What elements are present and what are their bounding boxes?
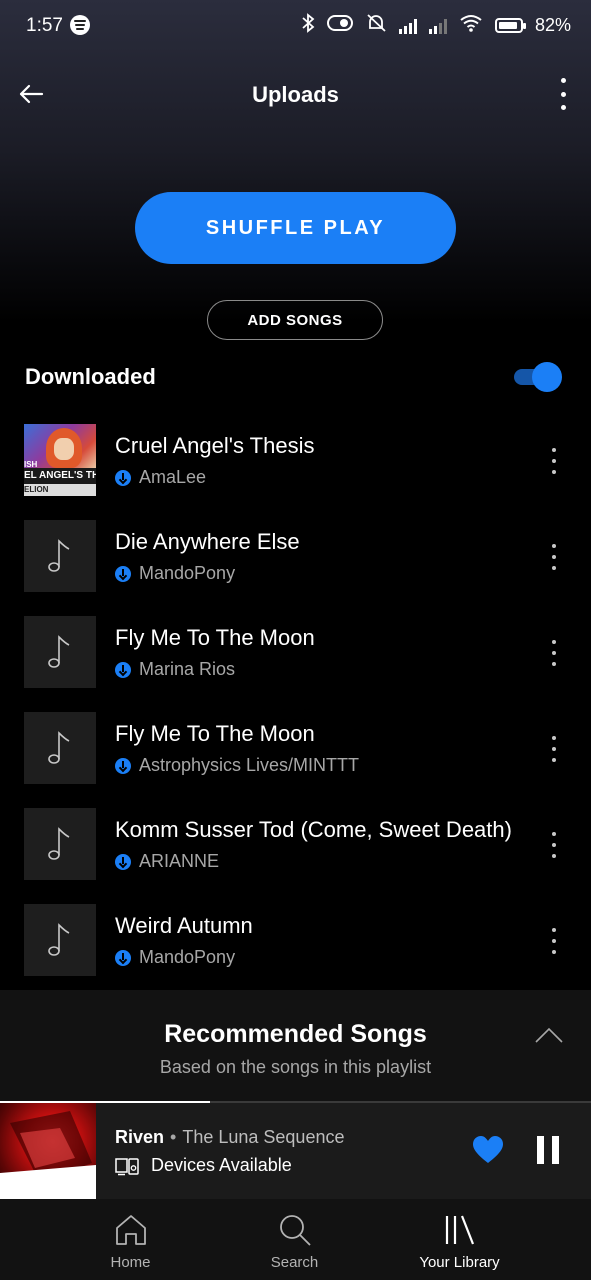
downloaded-icon xyxy=(115,757,131,774)
music-note-icon xyxy=(48,539,70,572)
track-options-button[interactable] xyxy=(548,448,560,474)
status-time: 1:57 xyxy=(26,15,63,36)
track-artist: Marina Rios xyxy=(139,659,236,679)
track-row[interactable]: Fly Me To The Moon Marina Rios xyxy=(0,614,591,710)
now-playing-song: Riven xyxy=(115,1127,165,1147)
track-artist: MandoPony xyxy=(139,563,236,583)
album-cover: ISH EL ANGEL'S TH ELION xyxy=(24,424,96,496)
track-options-button[interactable] xyxy=(548,544,560,570)
devices-button[interactable]: Devices Available xyxy=(115,1155,292,1176)
now-playing-artist: The Luna Sequence xyxy=(182,1127,345,1147)
search-icon xyxy=(280,1215,311,1246)
chevron-up-icon[interactable] xyxy=(534,1026,564,1044)
status-icons: 82% xyxy=(301,13,571,38)
track-art xyxy=(24,808,96,880)
track-art xyxy=(24,616,96,688)
track-row[interactable]: Komm Susser Tod (Come, Sweet Death) ARIA… xyxy=(0,806,591,902)
track-row[interactable]: Fly Me To The Moon Astrophysics Lives/MI… xyxy=(0,710,591,806)
track-options-button[interactable] xyxy=(548,736,560,762)
track-artist: AmaLee xyxy=(139,467,207,487)
track-title: Komm Susser Tod (Come, Sweet Death) xyxy=(115,817,512,842)
signal-icon xyxy=(398,18,417,34)
battery-percent: 82% xyxy=(534,15,571,35)
track-title: Cruel Angel's Thesis xyxy=(115,433,315,458)
track-title: Die Anywhere Else xyxy=(115,529,300,554)
recommended-subtitle: Based on the songs in this playlist xyxy=(159,1057,432,1077)
downloaded-toggle[interactable] xyxy=(514,362,562,392)
track-row[interactable]: Weird Autumn MandoPony xyxy=(0,902,591,998)
more-options-button[interactable] xyxy=(557,78,569,110)
track-row[interactable]: ISH EL ANGEL'S TH ELION Cruel Angel's Th… xyxy=(0,422,591,518)
track-title: Fly Me To The Moon xyxy=(115,721,315,746)
track-options-button[interactable] xyxy=(548,832,560,858)
mute-bell-icon xyxy=(365,13,387,38)
nav-your-library[interactable]: Your Library xyxy=(361,1199,558,1280)
status-bar: 1:57 82% xyxy=(0,0,591,52)
battery-icon xyxy=(494,18,526,33)
bottom-nav: Home Search Your Library xyxy=(0,1199,591,1280)
track-title: Weird Autumn xyxy=(115,913,253,938)
downloaded-label: Downloaded xyxy=(25,364,156,389)
wifi-icon xyxy=(459,14,483,37)
now-playing-art xyxy=(0,1103,96,1199)
downloaded-icon xyxy=(115,661,131,678)
heart-icon[interactable] xyxy=(472,1135,504,1165)
data-saver-icon xyxy=(326,14,353,37)
track-art xyxy=(24,904,96,976)
track-options-button[interactable] xyxy=(548,640,560,666)
spotify-status-icon xyxy=(70,15,90,35)
track-artist: MandoPony xyxy=(139,947,236,967)
downloaded-icon xyxy=(115,949,131,966)
track-art xyxy=(24,712,96,784)
track-title: Fly Me To The Moon xyxy=(115,625,315,650)
nav-your-library-label: Your Library xyxy=(419,1254,500,1271)
separator: • xyxy=(170,1127,177,1147)
track-art xyxy=(24,520,96,592)
track-row[interactable]: Die Anywhere Else MandoPony xyxy=(0,518,591,614)
music-note-icon xyxy=(48,923,70,956)
recommended-section[interactable]: Recommended Songs Based on the songs in … xyxy=(0,990,591,1102)
downloaded-icon xyxy=(115,565,131,582)
track-artist: ARIANNE xyxy=(139,851,220,871)
music-note-icon xyxy=(48,731,70,764)
pause-button[interactable] xyxy=(537,1136,559,1164)
signal-2-icon xyxy=(428,18,447,34)
library-icon xyxy=(445,1215,475,1245)
downloaded-icon xyxy=(115,853,131,870)
music-note-icon xyxy=(48,827,70,860)
track-options-button[interactable] xyxy=(548,928,560,954)
track-artist: Astrophysics Lives/MINTTT xyxy=(139,755,360,775)
home-icon xyxy=(116,1215,146,1245)
page-title: Uploads xyxy=(252,82,339,107)
devices-label: Devices Available xyxy=(151,1155,292,1175)
recommended-title: Recommended Songs xyxy=(164,1020,427,1048)
now-playing-bar[interactable]: Riven • The Luna Sequence Devices Availabl… xyxy=(0,1103,591,1199)
devices-icon xyxy=(115,1157,139,1175)
bluetooth-icon xyxy=(301,13,315,38)
shuffle-play-button[interactable]: SHUFFLE PLAY xyxy=(135,192,456,264)
add-songs-button[interactable]: ADD SONGS xyxy=(207,300,383,340)
downloaded-icon xyxy=(115,469,131,486)
now-playing-title: Riven • The Luna Sequence xyxy=(115,1127,344,1148)
music-note-icon xyxy=(48,635,70,668)
